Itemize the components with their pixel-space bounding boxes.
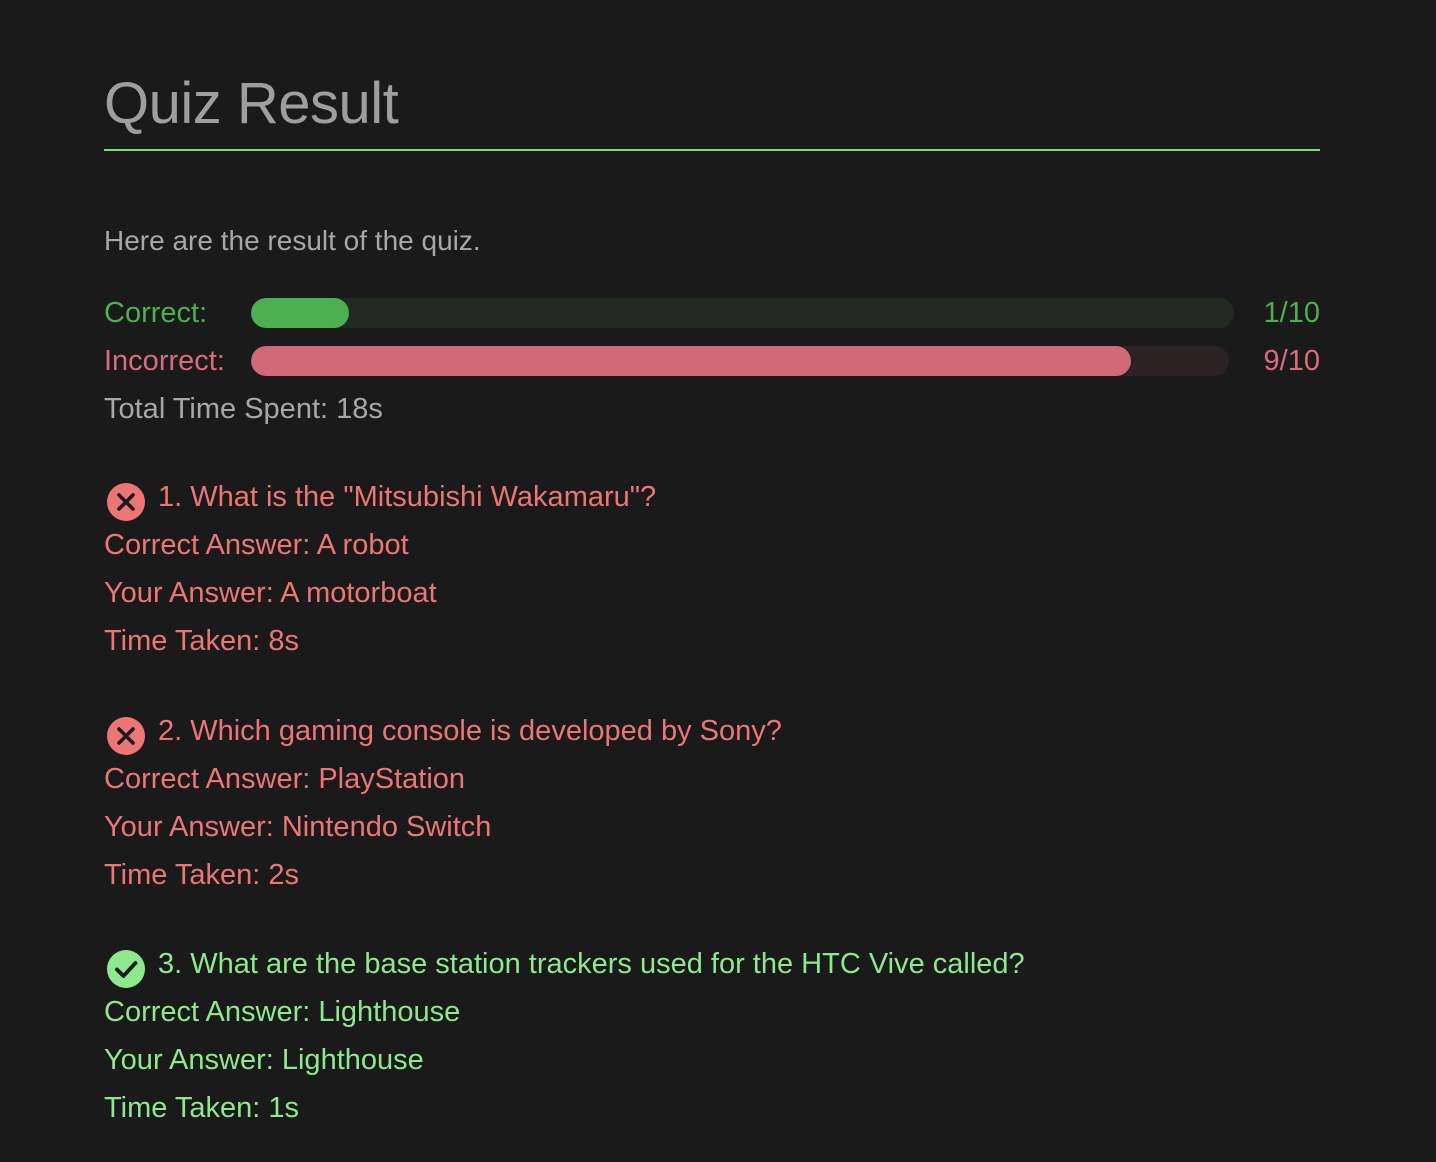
- question-heading: 1. What is the "Mitsubishi Wakamaru"?: [104, 473, 1320, 521]
- incorrect-label: Incorrect:: [104, 345, 225, 377]
- incorrect-stat-row: Incorrect: 9/10: [104, 342, 1320, 380]
- question-heading: 3. What are the base station trackers us…: [104, 940, 1320, 988]
- check-circle-icon: [107, 950, 145, 988]
- correct-answer: Correct Answer: PlayStation: [104, 763, 466, 795]
- x-circle-icon: [107, 717, 145, 755]
- page-title: Quiz Result: [104, 71, 399, 136]
- question-item: 1. What is the "Mitsubishi Wakamaru"? Co…: [104, 473, 1320, 665]
- time-taken: Time Taken: 2s: [104, 859, 300, 891]
- x-circle-icon: [107, 483, 145, 521]
- correct-answer: Correct Answer: Lighthouse: [104, 996, 461, 1028]
- question-text: 1. What is the "Mitsubishi Wakamaru"?: [158, 481, 657, 513]
- question-item: 3. What are the base station trackers us…: [104, 940, 1320, 1132]
- total-time-spent: Total Time Spent: 18s: [104, 393, 383, 425]
- incorrect-progress-fill: [251, 346, 1132, 376]
- correct-progress-fill: [251, 298, 350, 328]
- question-heading: 2. Which gaming console is developed by …: [104, 707, 1320, 755]
- question-text: 2. Which gaming console is developed by …: [158, 715, 782, 747]
- correct-count: 1/10: [1263, 297, 1320, 329]
- time-taken: Time Taken: 1s: [104, 1092, 300, 1124]
- incorrect-progress-track: [251, 346, 1229, 376]
- incorrect-count: 9/10: [1263, 345, 1320, 377]
- question-item: 2. Which gaming console is developed by …: [104, 707, 1320, 899]
- title-divider: [104, 149, 1320, 151]
- your-answer: Your Answer: Lighthouse: [104, 1044, 424, 1076]
- correct-progress-track: [251, 298, 1234, 328]
- correct-answer: Correct Answer: A robot: [104, 529, 409, 561]
- intro-text: Here are the result of the quiz.: [104, 225, 481, 256]
- your-answer: Your Answer: Nintendo Switch: [104, 811, 492, 843]
- quiz-result-page: Quiz Result Here are the result of the q…: [0, 0, 1436, 1162]
- your-answer: Your Answer: A motorboat: [104, 577, 437, 609]
- correct-stat-row: Correct: 1/10: [104, 294, 1320, 332]
- time-taken: Time Taken: 8s: [104, 625, 300, 657]
- correct-label: Correct:: [104, 297, 208, 329]
- question-text: 3. What are the base station trackers us…: [158, 948, 1025, 980]
